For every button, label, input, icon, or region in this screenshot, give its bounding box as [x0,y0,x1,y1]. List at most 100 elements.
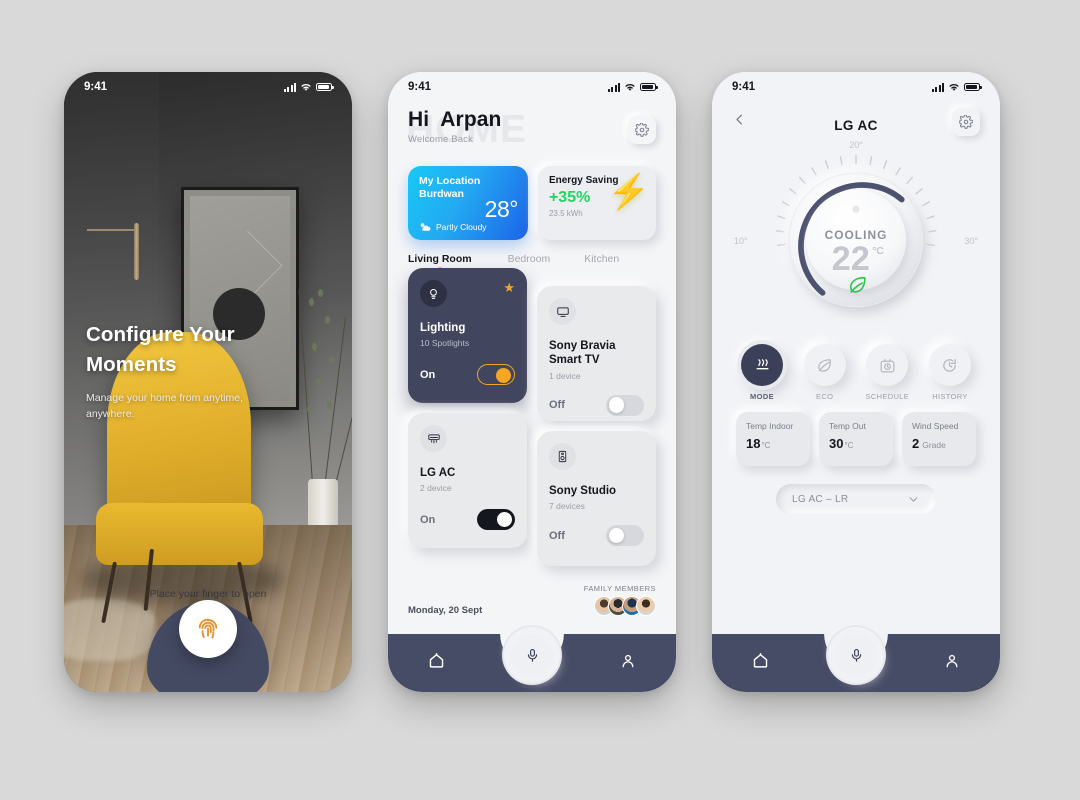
mode-label: SCHEDULE [865,392,910,401]
stat-value: 30 [829,436,844,451]
status-time: 9:41 [732,81,756,93]
speaker-icon [549,443,576,470]
canvas: 9:41 Configure Your Moments Manage your … [0,0,1080,800]
stat-cards: Temp Indoor 18°C Temp Out 30°C Wind Spee… [736,412,976,466]
partly-cloudy-icon [420,223,431,231]
stat-card-temp-out: Temp Out 30°C [819,412,893,466]
family-members-label: FAMILY MEMBERS [583,584,656,593]
stat-label: Temp Out [829,421,866,431]
mode-button-history[interactable]: HISTORY [924,344,976,401]
mode-label: MODE [750,392,774,401]
device-card-lighting[interactable]: ★ Lighting 10 Spotlights On [408,268,527,403]
unlock-area: Place your finger to open [64,572,352,692]
stat-unit: °C [844,441,854,450]
device-name: LG AC [420,467,456,479]
nav-home-button[interactable] [428,652,445,674]
wifi-icon [625,84,635,91]
page-subtitle: Manage your home from anytime, anywhere. [86,391,243,420]
tab-kitchen[interactable]: Kitchen [584,253,619,265]
device-state: On [420,368,436,381]
stat-value: 18 [746,436,761,451]
device-card-lg-ac[interactable]: LG AC 2 device On [408,413,527,548]
signal-bars-icon [284,82,296,92]
status-bar: 9:41 [388,72,676,102]
device-sub: 10 Spotlights [420,338,470,349]
nav-home-button[interactable] [752,652,769,674]
device-toggle[interactable] [606,525,644,547]
device-card-sony-bravia[interactable]: Sony Bravia Smart TV 1 device Off [537,286,656,421]
greeting-title: Hi Arpan [408,108,656,132]
weather-temperature: 28° [484,196,519,222]
mode-label: ECO [816,392,834,401]
nav-voice-button[interactable] [835,634,877,676]
phone-screen-home: 9:41 HOME Hi Arpan Welcome Back My Locat… [388,72,676,692]
device-toggle[interactable] [606,394,644,416]
device-name: Sony Studio [549,485,617,497]
television-icon [549,298,576,325]
device-state: Off [549,399,565,412]
air-conditioner-icon [420,425,447,452]
phone-screen-lock: 9:41 Configure Your Moments Manage your … [64,72,352,692]
device-card-sony-studio[interactable]: Sony Studio 7 devices Off [537,431,656,566]
greeting-hi: Hi [408,108,430,131]
mode-buttons: MODE ECO SCHEDULE HISTORY [736,344,976,401]
battery-icon [640,82,658,92]
device-toggle[interactable] [477,509,515,531]
signal-bars-icon [608,82,620,92]
mode-button-schedule[interactable]: SCHEDULE [861,344,913,401]
temperature-dial[interactable]: COOLING 22 °C [768,152,944,328]
summary-cards: My Location Burdwan 28° Partly Cloudy En… [388,164,676,240]
dial-label-max: 30° [964,236,978,246]
mode-button-mode[interactable]: MODE [736,344,788,401]
stat-label: Wind Speed [912,421,959,431]
bottom-nav [388,626,676,692]
greeting-block: Hi Arpan Welcome Back [408,108,656,145]
tab-bedroom[interactable]: Bedroom [508,253,551,265]
nav-profile-button[interactable] [620,653,636,674]
device-state: Off [549,529,565,542]
device-sub: 7 devices [549,501,585,512]
home-footer: Monday, 20 Sept FAMILY MEMBERS [408,584,656,616]
dial-temperature: 22 [832,240,870,278]
device-sub: 2 device [420,483,452,494]
mode-button-eco[interactable]: ECO [799,344,851,401]
home-header: HOME Hi Arpan Welcome Back [388,102,676,164]
dial-label-min: 10° [734,236,748,246]
avatar[interactable] [636,596,656,616]
lightning-bolt-icon: ⚡ [607,173,650,211]
device-name: Lighting [420,322,466,334]
wifi-icon [949,84,959,91]
greeting-subtitle: Welcome Back [408,134,473,145]
device-name: Sony Bravia Smart TV [549,340,616,367]
nav-voice-button[interactable] [511,634,553,676]
signal-bars-icon [932,82,944,92]
chevron-down-icon [909,496,918,502]
device-selector[interactable]: LG AC – LR [776,484,936,514]
fingerprint-button[interactable] [179,600,237,658]
favorite-star-icon[interactable]: ★ [503,280,515,296]
microphone-icon [527,648,537,662]
device-grid: ★ Lighting 10 Spotlights On LG AC 2 devi… [408,268,656,568]
family-members[interactable]: FAMILY MEMBERS [584,584,656,616]
current-date: Monday, 20 Sept [408,605,483,616]
stat-unit: °C [761,441,771,450]
stat-card-wind-speed: Wind Speed 2 Grade [902,412,976,466]
history-clock-icon [928,344,971,386]
battery-icon [316,82,334,92]
status-bar: 9:41 [64,72,352,102]
status-time: 9:41 [84,81,108,93]
nav-profile-button[interactable] [944,653,960,674]
microphone-icon [851,648,861,662]
status-time: 9:41 [408,81,432,93]
battery-icon [964,82,982,92]
lightbulb-icon [420,280,447,307]
stat-label: Temp Indoor [746,421,794,431]
onboarding-copy: Configure Your Moments Manage your home … [86,320,328,422]
device-toggle[interactable] [477,364,515,386]
tab-living-room[interactable]: Living Room [408,253,472,265]
energy-card[interactable]: Energy Saving +35% 23.5 kWh ⚡ [537,166,656,240]
weather-card[interactable]: My Location Burdwan 28° Partly Cloudy [408,166,528,240]
phone-screen-ac-detail: 9:41 LG AC 20° 10° 30° COOLING 22 °C MOD… [712,72,1000,692]
unlock-hint: Place your finger to open [149,588,267,600]
greeting-name: Arpan [440,108,502,131]
